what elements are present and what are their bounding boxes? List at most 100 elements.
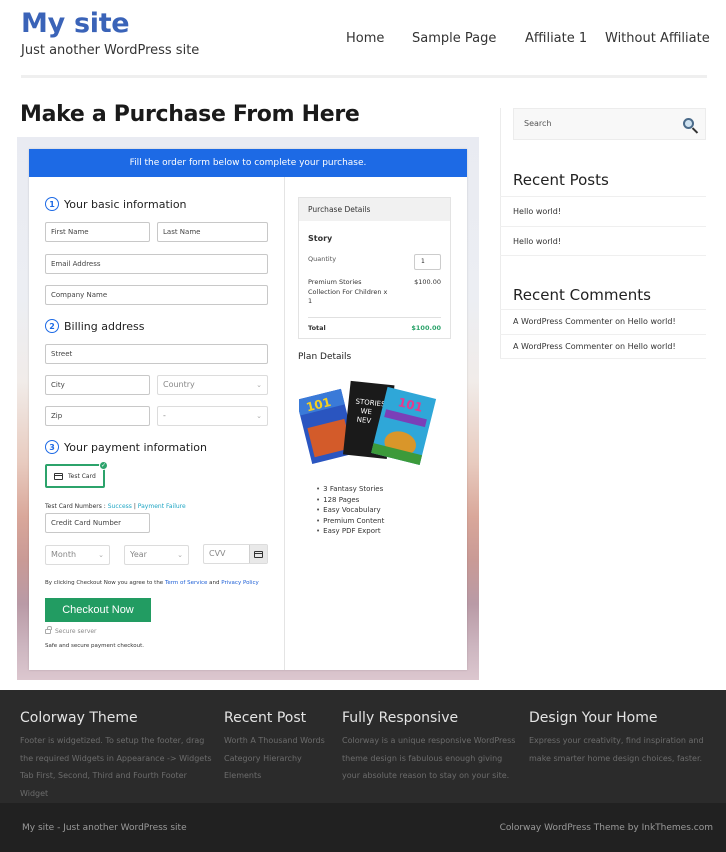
terms-agreement: By clicking Checkout Now you agree to th…	[45, 580, 259, 586]
checkout-now-button[interactable]: Checkout Now	[45, 598, 151, 622]
test-card-label: Test Card Numbers :	[45, 503, 106, 510]
footer-col-colorway: Colorway Theme Footer is widgetized. To …	[20, 710, 215, 802]
payment-method-test-card[interactable]: Test Card ✓	[45, 461, 108, 488]
recent-post-link[interactable]: Hello world!	[500, 196, 706, 226]
total-value: $100.00	[411, 324, 441, 332]
country-select[interactable]: Country ⌄	[157, 375, 268, 395]
plan-feature: Easy PDF Export	[316, 526, 384, 537]
year-select-value: Year	[130, 550, 147, 559]
nav-item-home[interactable]: Home	[346, 31, 384, 46]
zip-input[interactable]: Zip	[45, 406, 150, 426]
step-label: Billing address	[64, 319, 145, 333]
header-divider	[21, 75, 707, 78]
footer-post-link[interactable]: Category Hierarchy	[224, 750, 334, 768]
test-card-numbers: Test Card Numbers : Success | Payment Fa…	[45, 503, 186, 510]
check-icon: ✓	[99, 461, 108, 470]
recent-posts-title: Recent Posts	[513, 171, 609, 189]
street-input[interactable]: Street	[45, 344, 268, 364]
secure-note: Safe and secure payment checkout.	[45, 643, 144, 649]
recent-comments-title: Recent Comments	[513, 286, 651, 304]
year-select[interactable]: Year ⌄	[124, 545, 189, 565]
svg-text:NEV: NEV	[356, 416, 371, 425]
order-form-card: Fill the order form below to complete yo…	[29, 149, 467, 670]
plan-details-title: Plan Details	[298, 352, 352, 362]
footer-col-text: Colorway is a unique responsive WordPres…	[342, 736, 516, 780]
step-basic-info: 1 Your basic information	[45, 197, 187, 211]
plan-feature: 128 Pages	[316, 495, 384, 506]
page-title: Make a Purchase From Here	[20, 102, 360, 127]
agree-text: By clicking Checkout Now you agree to th…	[45, 580, 164, 586]
step-number-icon: 2	[45, 319, 59, 333]
footer-site-credit[interactable]: My site - Just another WordPress site	[22, 823, 187, 833]
chevron-down-icon: ⌄	[256, 412, 262, 420]
recent-comment-link[interactable]: A WordPress Commenter on Hello world!	[500, 309, 706, 334]
footer-col-text: Express your creativity, find inspiratio…	[529, 736, 704, 763]
chevron-down-icon: ⌄	[177, 551, 183, 559]
cvv-input[interactable]: CVV	[203, 544, 268, 564]
company-input[interactable]: Company Name	[45, 285, 268, 305]
plan-feature: Premium Content	[316, 516, 384, 527]
nav-item-affiliate-1[interactable]: Affiliate 1	[525, 31, 587, 46]
privacy-link[interactable]: Privacy Policy	[221, 580, 258, 586]
step-billing: 2 Billing address	[45, 319, 144, 333]
cvv-card-button[interactable]	[249, 545, 267, 563]
lock-icon	[45, 626, 52, 634]
quantity-label: Quantity	[308, 255, 337, 263]
last-name-input[interactable]: Last Name	[157, 222, 268, 242]
nav-item-without-affiliate[interactable]: Without Affiliate	[605, 31, 710, 46]
country-select-value: Country	[163, 380, 195, 389]
credit-card-icon	[254, 550, 263, 558]
step-label: Your payment information	[64, 440, 207, 454]
secure-server: Secure server	[45, 626, 97, 635]
nav-item-sample-page[interactable]: Sample Page	[412, 31, 496, 46]
footer-post-link[interactable]: Elements	[224, 767, 334, 785]
payment-method-label: Test Card	[68, 472, 96, 480]
search-icon[interactable]	[683, 118, 694, 129]
footer-col-title: Fully Responsive	[342, 710, 459, 726]
quantity-input[interactable]: 1	[414, 254, 441, 270]
search-input[interactable]: Search	[513, 108, 706, 140]
purchase-details-box: Purchase Details Story Quantity 1 Premiu…	[298, 197, 451, 339]
step-label: Your basic information	[64, 197, 187, 211]
credit-card-icon	[54, 472, 63, 480]
divider	[308, 317, 441, 318]
main-nav: Home Sample Page Affiliate 1 Without Aff…	[0, 31, 726, 49]
card-number-input[interactable]: Credit Card Number	[45, 513, 150, 533]
secure-server-label: Secure server	[55, 628, 97, 635]
terms-link[interactable]: Term of Service	[165, 580, 207, 586]
chevron-down-icon: ⌄	[256, 381, 262, 389]
email-input[interactable]: Email Address	[45, 254, 268, 274]
footer-post-link[interactable]: Worth A Thousand Words	[224, 732, 334, 750]
footer-col-title: Colorway Theme	[20, 710, 138, 726]
footer-bottom-bar: My site - Just another WordPress site Co…	[0, 803, 726, 852]
item-price: $100.00	[414, 278, 441, 286]
total-label: Total	[308, 324, 326, 332]
test-success-link[interactable]: Success	[108, 503, 132, 510]
footer-col-responsive: Fully Responsive Colorway is a unique re…	[342, 710, 520, 785]
plan-feature: Easy Vocabulary	[316, 505, 384, 516]
first-name-input[interactable]: First Name	[45, 222, 150, 242]
recent-post-link[interactable]: Hello world!	[500, 226, 706, 256]
product-name: Story	[308, 234, 333, 243]
purchase-details-header: Purchase Details	[299, 198, 450, 221]
footer-col-text: Footer is widgetized. To setup the foote…	[20, 736, 212, 798]
step-number-icon: 3	[45, 440, 59, 454]
plan-feature: 3 Fantasy Stories	[316, 484, 384, 495]
cvv-placeholder: CVV	[209, 549, 226, 558]
separator: |	[133, 503, 136, 510]
footer-col-design: Design Your Home Express your creativity…	[529, 710, 721, 767]
step-payment: 3 Your payment information	[45, 440, 207, 454]
city-input[interactable]: City	[45, 375, 150, 395]
plan-features-list: 3 Fantasy Stories 128 Pages Easy Vocabul…	[316, 484, 384, 537]
test-failure-link[interactable]: Payment Failure	[138, 503, 186, 510]
footer-col-title: Design Your Home	[529, 710, 658, 726]
footer-widgets: Colorway Theme Footer is widgetized. To …	[0, 690, 726, 803]
state-select[interactable]: - ⌄	[157, 406, 268, 426]
month-select[interactable]: Month ⌄	[45, 545, 110, 565]
recent-comment-link[interactable]: A WordPress Commenter on Hello world!	[500, 334, 706, 359]
month-select-value: Month	[51, 550, 77, 559]
item-description: Premium Stories Collection For Children …	[308, 278, 388, 305]
footer-theme-credit[interactable]: Colorway WordPress Theme by InkThemes.co…	[500, 823, 713, 833]
form-banner: Fill the order form below to complete yo…	[29, 149, 467, 177]
footer-col-recent-post: Recent Post Worth A Thousand Words Categ…	[224, 710, 334, 785]
